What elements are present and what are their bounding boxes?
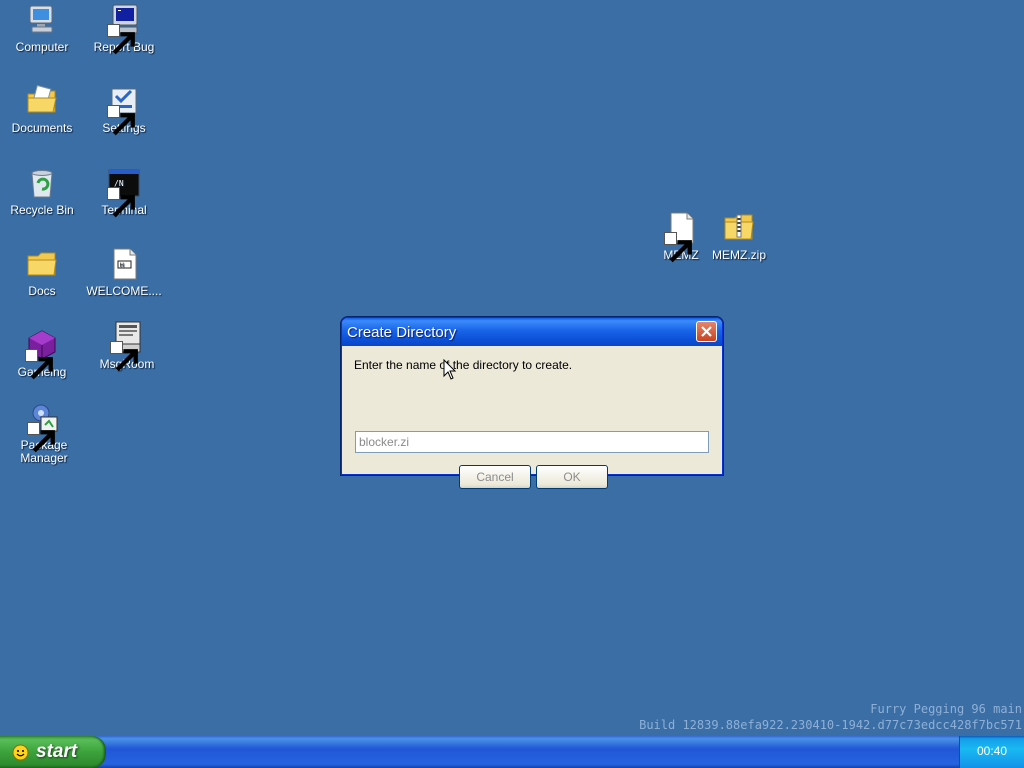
cancel-button[interactable]: Cancel	[459, 465, 531, 489]
shortcut-arrow-icon	[27, 422, 55, 453]
dialog-body: Enter the name of the directory to creat…	[346, 346, 718, 489]
ok-button[interactable]: OK	[536, 465, 608, 489]
shortcut-arrow-icon	[110, 341, 138, 372]
desktop: Computer Report Bug Documents Settings R…	[0, 0, 1024, 736]
desktop-icon-label: Docs	[28, 284, 56, 298]
gaming-cube-icon	[25, 328, 59, 380]
start-button[interactable]: start	[0, 736, 106, 768]
shortcut-arrow-icon	[107, 24, 135, 55]
file-icon	[664, 211, 698, 263]
desktop-icon-label: Recycle Bin	[10, 203, 74, 217]
mouse-cursor-icon	[443, 359, 457, 380]
desktop-icon-terminal[interactable]: /N Terminal	[82, 166, 166, 218]
desktop-icon-msgroom[interactable]: MsgRoom	[85, 320, 169, 372]
shortcut-arrow-icon	[25, 349, 53, 380]
zip-folder-icon	[722, 211, 756, 245]
folder-icon	[25, 247, 59, 281]
desktop-icon-label: MEMZ.zip	[712, 248, 766, 262]
shortcut-arrow-icon	[664, 232, 692, 263]
computer-icon	[25, 3, 59, 37]
taskbar: start 00:40	[0, 736, 1024, 768]
desktop-icon-documents[interactable]: Documents	[0, 84, 84, 135]
desktop-icon-welcome[interactable]: H WELCOME....	[82, 247, 166, 298]
svg-text:H: H	[120, 262, 125, 269]
desktop-icon-report-bug[interactable]: Report Bug	[82, 3, 166, 55]
recycle-bin-icon	[25, 166, 59, 200]
desktop-icon-gameing[interactable]: Gameing	[0, 328, 84, 380]
report-bug-icon	[107, 3, 141, 55]
close-icon	[701, 326, 712, 337]
desktop-icon-memz-zip[interactable]: MEMZ.zip	[697, 211, 781, 262]
directory-name-input[interactable]	[355, 431, 709, 453]
close-button[interactable]	[696, 321, 717, 342]
build-watermark-version: Build 12839.88efa922.230410-1942.d77c73e…	[639, 718, 1022, 732]
desktop-icon-docs[interactable]: Docs	[0, 247, 84, 298]
start-smiley-icon	[12, 744, 29, 761]
shortcut-arrow-icon	[107, 105, 135, 136]
dialog-prompt: Enter the name of the directory to creat…	[354, 358, 573, 372]
desktop-icon-label: Documents	[11, 121, 73, 135]
desktop-icon-label: WELCOME....	[86, 284, 162, 298]
settings-icon	[107, 84, 141, 136]
desktop-icon-computer[interactable]: Computer	[0, 3, 84, 54]
desktop-icon-settings[interactable]: Settings	[82, 84, 166, 136]
package-manager-icon	[27, 401, 61, 453]
start-label: start	[36, 741, 78, 762]
system-tray: 00:40	[959, 736, 1024, 768]
desktop-icon-package-manager[interactable]: Package Manager	[2, 401, 86, 465]
msgroom-icon	[110, 320, 144, 372]
build-watermark-name: Furry Pegging 96 main	[870, 702, 1022, 716]
desktop-icon-label: Computer	[15, 40, 69, 54]
terminal-icon: /N	[107, 166, 141, 218]
clock[interactable]: 00:40	[960, 744, 1024, 758]
create-directory-dialog: Create Directory Enter the name of the d…	[341, 317, 723, 489]
dialog-title: Create Directory	[347, 324, 457, 341]
documents-folder-icon	[25, 84, 59, 118]
document-icon: H	[107, 247, 141, 281]
shortcut-arrow-icon	[107, 187, 135, 218]
dialog-titlebar[interactable]: Create Directory	[342, 318, 722, 346]
desktop-icon-recycle-bin[interactable]: Recycle Bin	[0, 166, 84, 217]
